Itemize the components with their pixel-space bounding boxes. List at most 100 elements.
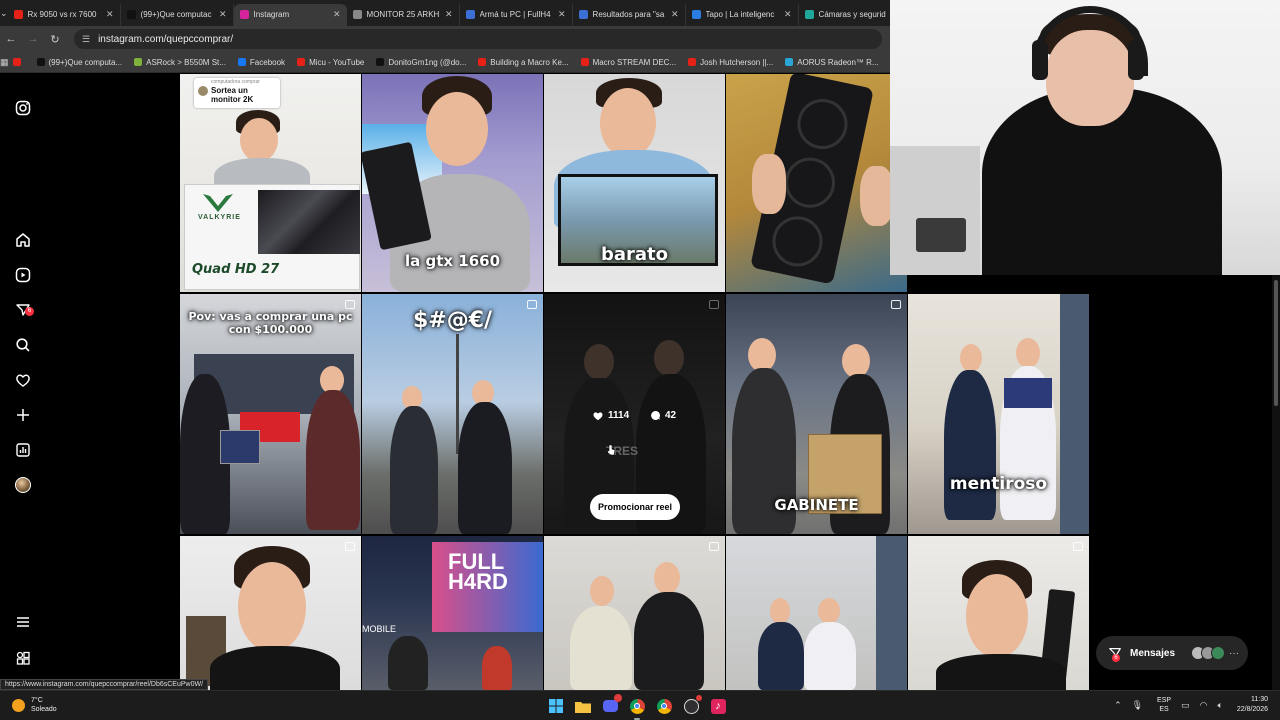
post-tile[interactable]: la gtx 1660	[362, 74, 543, 292]
link-status-url: https://www.instagram.com/quepccomprar/r…	[0, 679, 209, 690]
bookmark-label: DonitoGm1ng (@do...	[388, 57, 467, 67]
chrome-icon[interactable]	[627, 696, 647, 720]
tab-close-icon[interactable]: ✕	[333, 9, 341, 20]
wifi-icon[interactable]: ◠	[1200, 700, 1208, 711]
browser-tab[interactable]: Rx 9050 vs rx 7600 ✕	[8, 3, 121, 26]
tab-close-icon[interactable]: ✕	[671, 9, 679, 20]
store-sign-text: MOBILE	[362, 624, 397, 634]
site-info-icon[interactable]: ☰	[82, 34, 90, 45]
post-tile[interactable]	[726, 536, 907, 690]
clock[interactable]: 11:30 22/8/2026	[1237, 695, 1268, 715]
browser-tab[interactable]: MONITOR 25 ARKH ✕	[347, 3, 460, 26]
reload-icon[interactable]: ↻	[44, 33, 66, 46]
browser-tab[interactable]: Resultados para "sa ✕	[573, 3, 686, 26]
weather-widget[interactable]: 7°C Soleado	[12, 696, 57, 714]
browser-tab[interactable]: Tapo | La inteligenc ✕	[686, 3, 799, 26]
post-tile[interactable]: GABINETE	[726, 294, 907, 534]
tile-caption: mentiroso	[949, 474, 1048, 494]
bookmark-item[interactable]: DonitoGm1ng (@do...	[376, 58, 466, 67]
post-tile[interactable]	[908, 536, 1089, 690]
bookmark-item[interactable]: Josh Hutcherson ||...	[688, 58, 773, 67]
bookmark-item[interactable]: ASRock > B550M St...	[134, 58, 226, 67]
bookmark-item[interactable]: Facebook	[237, 58, 285, 67]
windows-start-icon[interactable]	[546, 696, 566, 716]
avatar	[1211, 646, 1226, 660]
person-body	[210, 646, 340, 690]
chrome-profile-icon[interactable]	[654, 696, 674, 716]
heart-icon[interactable]	[12, 369, 34, 391]
obs-icon[interactable]	[681, 695, 702, 716]
post-tile[interactable]: computadora comprar Sortea un monitor 2K…	[180, 74, 361, 292]
menu-icon[interactable]	[12, 611, 34, 633]
post-tile[interactable]: mentiroso	[908, 294, 1089, 534]
post-tile[interactable]: barato	[544, 74, 725, 292]
bookmark-item[interactable]: Micu - YouTube	[297, 58, 364, 67]
search-icon[interactable]	[12, 334, 34, 356]
tab-close-icon[interactable]: ✕	[784, 9, 792, 20]
reel-icon	[345, 542, 355, 551]
browser-tab[interactable]: Instagram ✕	[233, 3, 347, 26]
comment-icon	[651, 411, 660, 420]
messages-button[interactable]: 6 Mensajes ···	[1096, 636, 1248, 670]
promote-reel-button[interactable]: Promocionar reel	[590, 494, 680, 520]
instagram-logo-icon[interactable]	[12, 97, 34, 119]
tab-search-icon[interactable]: ⌄	[0, 0, 8, 26]
apps-grid-icon[interactable]: ▦	[0, 57, 9, 68]
create-plus-icon[interactable]	[12, 404, 34, 426]
scrollbar-thumb[interactable]	[1274, 280, 1278, 406]
post-tile-hovered[interactable]: 1114 42 TRES Promocionar reel	[544, 294, 725, 534]
language-indicator[interactable]: ESP ES	[1157, 696, 1171, 714]
discord-icon[interactable]	[600, 694, 622, 716]
back-icon[interactable]: ←	[0, 33, 22, 45]
post-tile[interactable]: Pov: vas a comprar una pc con $100.000	[180, 294, 361, 534]
dashboard-icon[interactable]	[12, 439, 34, 461]
laptop	[220, 430, 260, 464]
bookmark-label: Micu - YouTube	[309, 57, 365, 67]
bookmark-item[interactable]: Macro STREAM DEC...	[580, 58, 676, 67]
bookmark-item[interactable]: Building a Macro Ke...	[478, 58, 569, 67]
bookmark-favicon-icon	[376, 58, 385, 66]
reels-icon[interactable]	[12, 264, 34, 286]
tab-label: Instagram	[253, 10, 290, 19]
heart-icon	[593, 412, 603, 421]
bookmark-item[interactable]: (99+)Que computa...	[36, 57, 123, 67]
post-tile[interactable]	[180, 536, 361, 690]
bookmark-item[interactable]: AORUS Radeon™ R...	[785, 58, 879, 67]
browser-tab[interactable]: (99+)Que computac ✕	[121, 3, 234, 26]
tab-favicon-icon	[691, 10, 701, 19]
fan-icon	[792, 94, 853, 154]
forward-icon[interactable]: →	[22, 33, 44, 45]
microphone-icon[interactable]: 🎙︎	[1132, 700, 1143, 711]
bookmark-label: (99+)Que computa...	[48, 57, 123, 67]
tab-close-icon[interactable]: ✕	[558, 9, 566, 20]
tiktok-icon[interactable]: ♪	[708, 696, 728, 716]
post-tile[interactable]	[726, 74, 907, 292]
tile-caption: $#@€/	[412, 308, 493, 333]
messages-icon[interactable]: 6	[12, 299, 34, 321]
network-icon[interactable]: ▭	[1181, 700, 1190, 711]
more-apps-icon[interactable]	[12, 647, 34, 669]
profile-avatar[interactable]	[12, 474, 34, 496]
bookmark-item[interactable]	[12, 58, 25, 67]
browser-tab[interactable]: Armá tu PC | FullH4 ✕	[460, 3, 573, 26]
tab-label: Cámaras y segurid	[818, 10, 886, 19]
home-icon[interactable]	[12, 229, 34, 251]
post-tile[interactable]: FULL H4RD MOBILE	[362, 536, 543, 690]
url-field[interactable]: ☰ instagram.com/quepccomprar/	[74, 29, 882, 49]
post-tile[interactable]: $#@€/	[362, 294, 543, 534]
tab-close-icon[interactable]: ✕	[219, 9, 227, 20]
column	[1060, 294, 1089, 534]
store-logo-text: FULL H4RD	[448, 549, 508, 594]
sticker-username: computadora comprar	[211, 79, 260, 85]
volume-icon[interactable]: 🔈︎	[1217, 700, 1222, 711]
reel-icon	[709, 542, 719, 551]
post-tile[interactable]	[544, 536, 725, 690]
file-explorer-icon[interactable]	[573, 696, 593, 716]
tab-close-icon[interactable]: ✕	[445, 9, 453, 20]
tab-close-icon[interactable]: ✕	[106, 9, 114, 20]
tab-label: Tapo | La inteligenc	[705, 10, 775, 19]
show-hidden-icons-icon[interactable]: ⌃	[1114, 700, 1122, 711]
recording-dot	[696, 695, 702, 701]
tab-label: Rx 9050 vs rx 7600	[27, 10, 97, 19]
headset-earcup	[1128, 40, 1144, 80]
